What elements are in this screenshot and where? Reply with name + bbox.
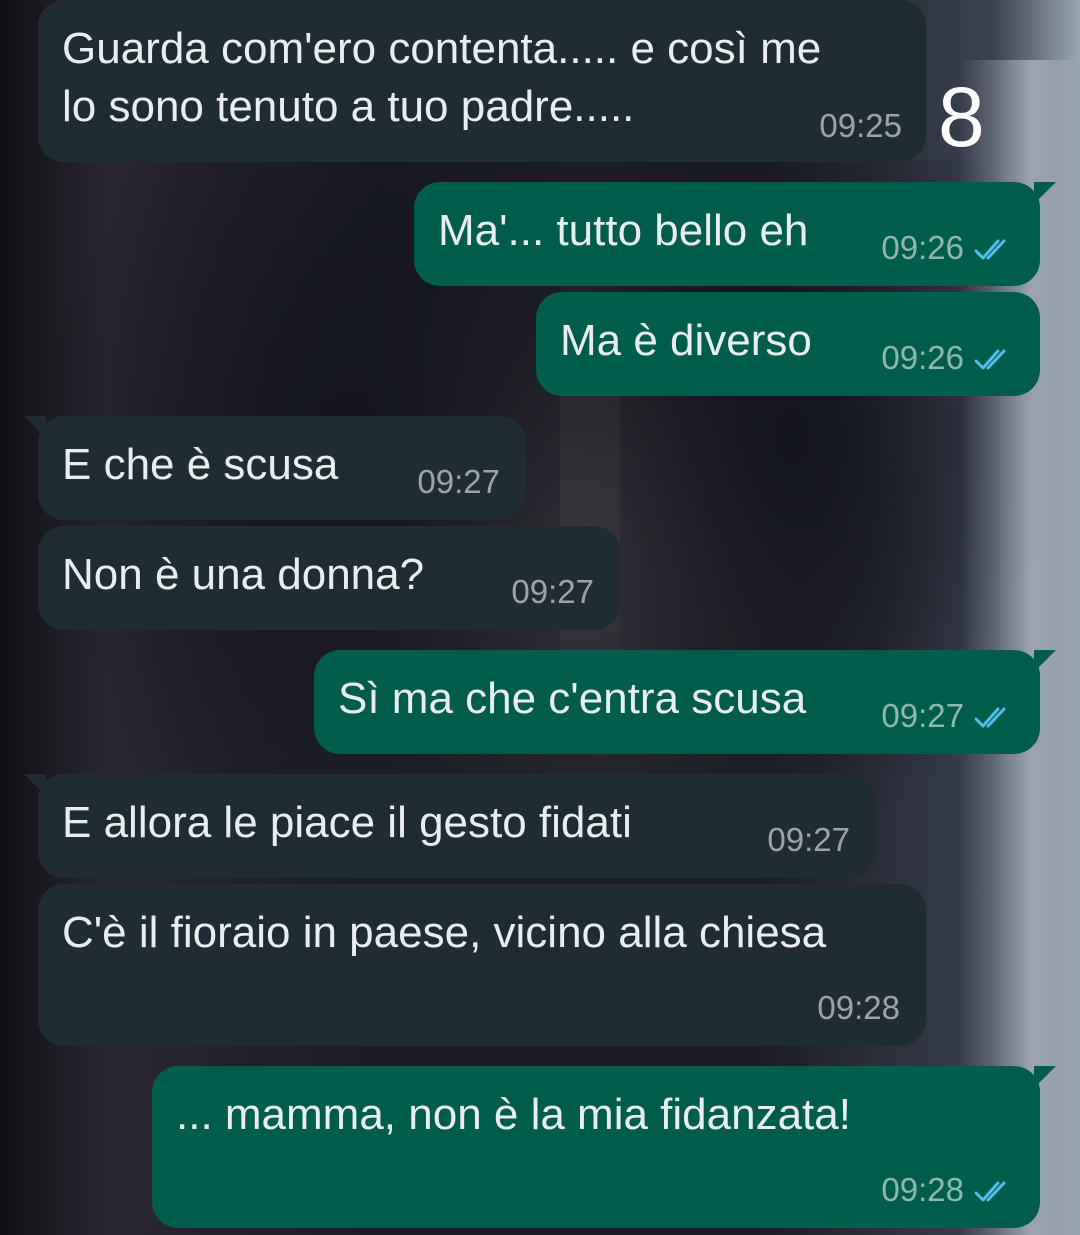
- unread-count-badge: 8: [938, 70, 985, 164]
- message-bubble-incoming[interactable]: C'è il fioraio in paese, vicino alla chi…: [38, 884, 926, 1046]
- message-text-line: lo sono tenuto a tuo padre.....: [62, 82, 635, 131]
- message-timestamp: 09:28: [817, 989, 900, 1026]
- message-timestamp: 09:27: [511, 573, 594, 610]
- message-timestamp: 09:26: [881, 229, 964, 266]
- message-text: E che è scusa: [62, 440, 339, 489]
- read-receipt-icon: [974, 707, 1006, 728]
- message-bubble-outgoing[interactable]: ... mamma, non è la mia fidanzata! 09:28: [152, 1066, 1056, 1228]
- message-bubble-incoming[interactable]: E allora le piace il gesto fidati 09:27: [24, 774, 876, 878]
- read-receipt-icon: [974, 349, 1006, 370]
- message-bubble-outgoing[interactable]: Ma'... tutto bello eh 09:26: [414, 182, 1056, 286]
- message-bubble-incoming[interactable]: E che è scusa 09:27: [24, 416, 526, 520]
- bubble-tail: [1034, 650, 1056, 672]
- message-text: Non è una donna?: [62, 550, 425, 599]
- read-receipt-icon: [974, 239, 1006, 260]
- bubble-tail: [24, 774, 46, 796]
- message-timestamp: 09:27: [881, 697, 964, 734]
- message-text: Ma'... tutto bello eh: [438, 206, 809, 255]
- message-text: ... mamma, non è la mia fidanzata!: [176, 1090, 851, 1139]
- message-text: Sì ma che c'entra scusa: [338, 674, 807, 723]
- bubble-tail: [1034, 182, 1056, 204]
- message-text: E allora le piace il gesto fidati: [62, 798, 632, 847]
- message-bubble-outgoing[interactable]: Sì ma che c'entra scusa 09:27: [314, 650, 1056, 754]
- message-timestamp: 09:28: [881, 1171, 964, 1208]
- read-receipt-icon: [974, 1181, 1006, 1202]
- message-bubble-incoming[interactable]: Non è una donna? 09:27: [38, 526, 620, 630]
- message-timestamp: 09:27: [767, 821, 850, 858]
- message-text-line: Guarda com'ero contenta..... e così me: [62, 24, 822, 73]
- message-text: C'è il fioraio in paese, vicino alla chi…: [62, 908, 827, 957]
- message-bubble-incoming[interactable]: Guarda com'ero contenta..... e così me l…: [38, 0, 926, 162]
- message-timestamp: 09:26: [881, 339, 964, 376]
- bubble-tail: [24, 416, 46, 438]
- bubble-tail: [1034, 1066, 1056, 1088]
- message-timestamp: 09:25: [819, 107, 902, 144]
- message-text: Ma è diverso: [560, 316, 812, 365]
- message-timestamp: 09:27: [417, 463, 500, 500]
- message-bubble-outgoing[interactable]: Ma è diverso 09:26: [536, 292, 1040, 396]
